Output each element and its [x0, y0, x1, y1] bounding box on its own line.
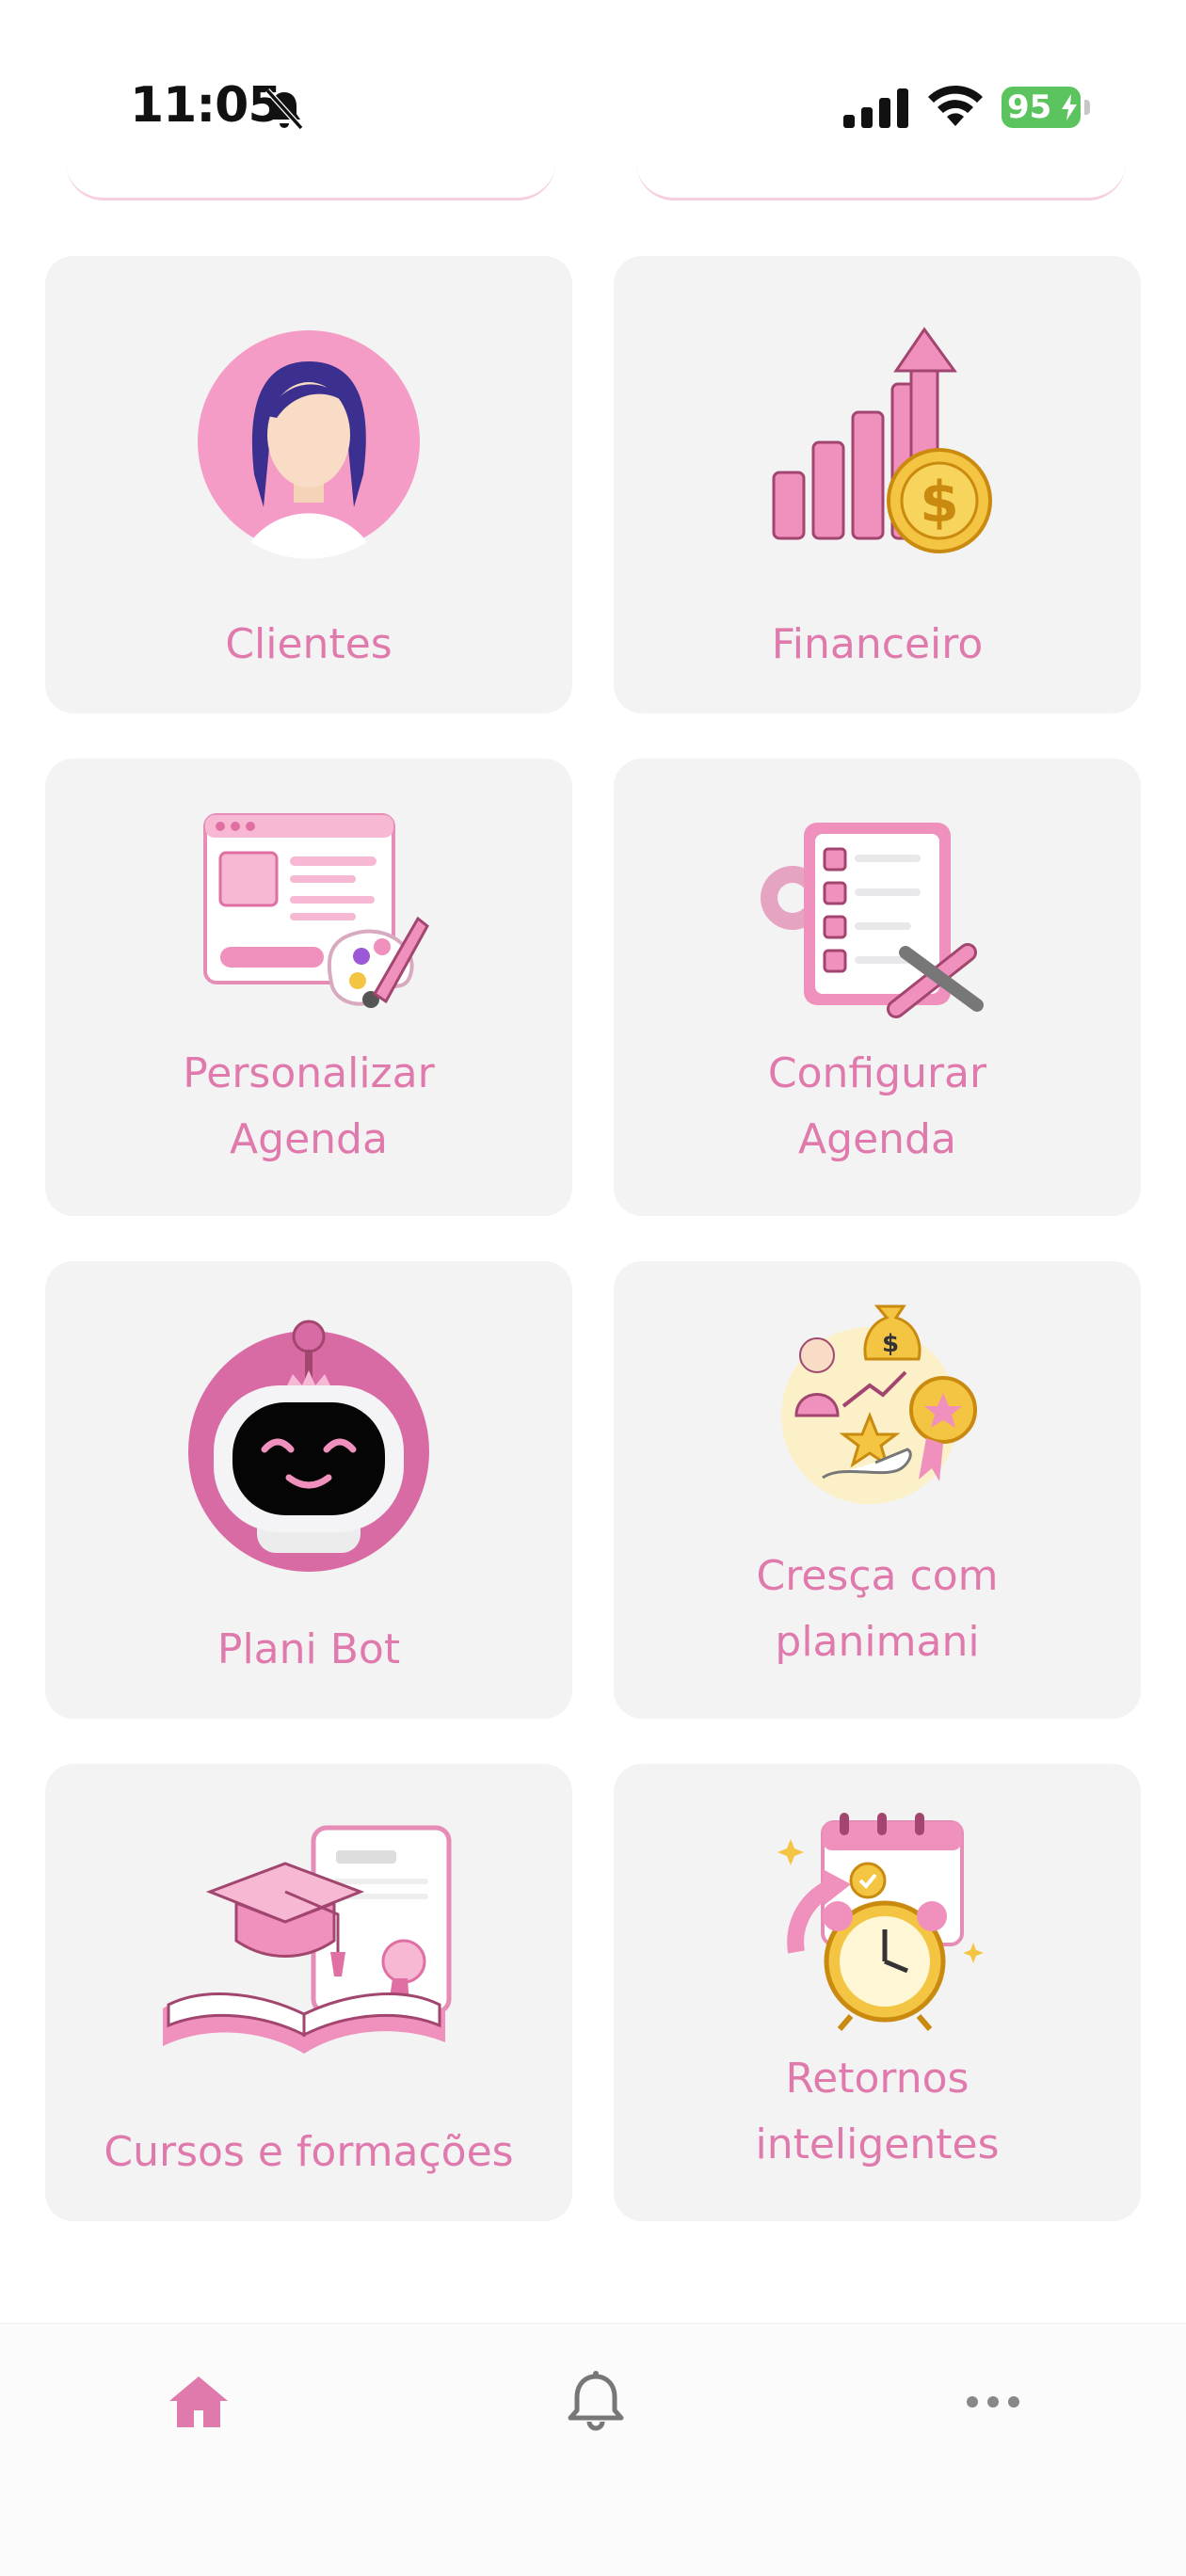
- checklist-settings-icon: [761, 823, 984, 1018]
- notifications-icon[interactable]: [563, 2369, 629, 2435]
- card-label: Plani Bot: [216, 1625, 401, 1673]
- svg-text:$: $: [882, 1330, 899, 1358]
- card-plani-bot[interactable]: Plani Bot: [45, 1261, 572, 1719]
- grow-rewards-icon: $: [781, 1304, 977, 1504]
- graduation-cap-icon: [163, 1825, 452, 2054]
- card-configurar-agenda[interactable]: Configurar Agenda: [614, 759, 1141, 1216]
- home-icon[interactable]: [166, 2369, 232, 2435]
- client-avatar-icon: [198, 330, 420, 559]
- wifi-icon: [928, 85, 983, 126]
- card-cursos-formacoes[interactable]: Cursos e formações: [45, 1764, 572, 2221]
- card-top-peek-right: [636, 141, 1126, 200]
- card-label: Configurar Agenda: [767, 1049, 987, 1163]
- card-label: Cresça com planimani: [756, 1552, 999, 1666]
- bottom-tab-bar: [0, 2323, 1186, 2576]
- card-retornos-inteligentes[interactable]: Retornos inteligentes: [614, 1764, 1141, 2221]
- customize-palette-icon: [203, 813, 429, 1008]
- battery-indicator: 95: [1002, 87, 1092, 128]
- status-time: 11:05: [130, 77, 282, 134]
- card-label: Personalizar Agenda: [183, 1049, 435, 1163]
- card-top-peek-left: [66, 141, 555, 200]
- card-personalizar-agenda[interactable]: Personalizar Agenda: [45, 759, 572, 1216]
- card-label: Cursos e formações: [104, 2128, 514, 2176]
- svg-text:$: $: [920, 470, 959, 536]
- growth-chart-icon: $: [772, 327, 992, 553]
- card-clientes[interactable]: Clientes: [45, 256, 572, 713]
- cellular-signal-icon: [843, 88, 908, 128]
- card-label: Clientes: [225, 620, 393, 668]
- card-label: Financeiro: [771, 620, 984, 668]
- robot-icon: [188, 1320, 429, 1572]
- card-cresca-planimani[interactable]: $ Cresça com planimani: [614, 1261, 1141, 1719]
- alarm-calendar-icon: [777, 1813, 984, 2031]
- charging-bolt-icon: [1062, 94, 1077, 120]
- card-label: Retornos inteligentes: [755, 2055, 1000, 2168]
- more-icon[interactable]: [960, 2369, 1026, 2435]
- card-financeiro[interactable]: $ Financeiro: [614, 256, 1141, 713]
- silent-mode-icon: [264, 88, 304, 131]
